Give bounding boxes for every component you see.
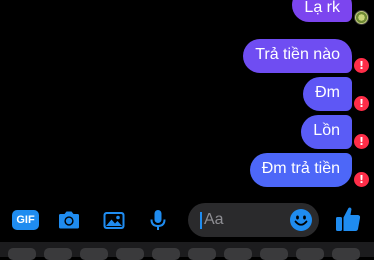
message-thread: Lạ rk Trả tiền nào ! Đm ! Lồn ! Đm trả t…	[0, 0, 374, 196]
keyboard-key[interactable]	[152, 248, 180, 260]
message-bubble[interactable]: Đm trả tiền	[249, 153, 352, 187]
keyboard-key[interactable]	[116, 248, 144, 260]
keyboard-key[interactable]	[332, 248, 360, 260]
keyboard-key[interactable]	[44, 248, 72, 260]
error-icon[interactable]: !	[354, 58, 369, 73]
gif-icon[interactable]: GIF	[12, 210, 39, 230]
emoji-icon[interactable]	[289, 208, 313, 232]
error-icon[interactable]: !	[354, 134, 369, 149]
gallery-icon[interactable]	[101, 207, 127, 233]
error-icon[interactable]: !	[354, 96, 369, 111]
camera-icon[interactable]	[56, 207, 82, 233]
error-icon[interactable]: !	[354, 172, 369, 187]
text-caret	[200, 212, 202, 229]
message-bubble[interactable]: Lạ rk	[292, 0, 352, 22]
keyboard-key[interactable]	[8, 248, 36, 260]
message-input[interactable]: Aa	[188, 203, 319, 237]
message-bubble[interactable]: Trả tiền nào	[243, 39, 352, 73]
microphone-icon[interactable]	[145, 207, 171, 233]
keyboard-key[interactable]	[188, 248, 216, 260]
keyboard-key[interactable]	[80, 248, 108, 260]
keyboard-top-row	[0, 242, 374, 260]
thumbs-up-icon[interactable]	[333, 204, 363, 234]
composer-bar: GIF Aa	[0, 196, 374, 242]
seen-avatar-icon	[354, 10, 369, 25]
keyboard-key[interactable]	[260, 248, 288, 260]
keyboard-key[interactable]	[296, 248, 324, 260]
keyboard-key[interactable]	[224, 248, 252, 260]
input-placeholder: Aa	[204, 211, 224, 228]
message-bubble[interactable]: Đm	[303, 77, 352, 111]
message-bubble[interactable]: Lồn	[301, 115, 352, 149]
